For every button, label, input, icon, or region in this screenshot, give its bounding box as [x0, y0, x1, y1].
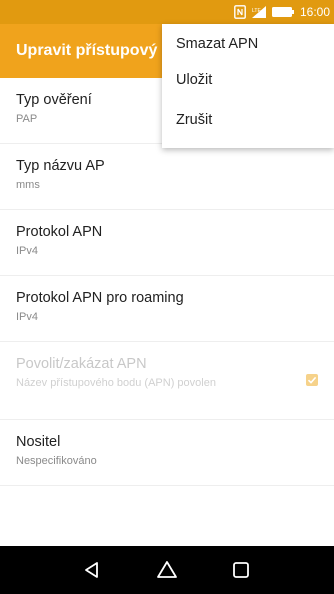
battery-icon [271, 7, 294, 17]
setting-apn-type[interactable]: Typ názvu AP mms [0, 144, 334, 210]
setting-bearer[interactable]: Nositel Nespecifikováno [0, 420, 334, 486]
menu-item-cancel[interactable]: Zrušit [162, 102, 334, 138]
setting-title: Typ ověření [16, 92, 92, 108]
home-icon[interactable] [155, 558, 179, 582]
menu-item-label: Zrušit [176, 112, 213, 128]
status-icons: LTE 16:00 [234, 4, 330, 20]
setting-summary: mms [16, 179, 40, 191]
setting-apn-roaming-protocol[interactable]: Protokol APN pro roaming IPv4 [0, 276, 334, 342]
setting-title: Typ názvu AP [16, 158, 105, 174]
status-bar: LTE 16:00 [0, 0, 334, 24]
menu-item-label: Smazat APN [176, 36, 259, 52]
setting-title: Protokol APN pro roaming [16, 290, 184, 306]
recents-icon[interactable] [229, 558, 253, 582]
setting-apn-protocol[interactable]: Protokol APN IPv4 [0, 210, 334, 276]
svg-text:LTE: LTE [252, 8, 261, 14]
back-icon[interactable] [80, 558, 104, 582]
setting-summary: IPv4 [16, 245, 39, 257]
apn-enabled-checkbox [306, 374, 318, 386]
menu-item-label: Uložit [176, 72, 213, 88]
overflow-menu: Smazat APN Uložit Zrušit [162, 24, 334, 148]
navigation-bar [0, 546, 334, 594]
setting-summary: Název přístupového bodu (APN) povolen [16, 377, 216, 389]
apn-edit-screen: LTE 16:00 Upravit přístupový bod Typ ově… [0, 0, 334, 594]
check-icon [307, 376, 317, 384]
page-title: Upravit přístupový bod [16, 42, 166, 59]
setting-apn-enable: Povolit/zakázat APN Název přístupového b… [0, 342, 334, 420]
menu-item-delete-apn[interactable]: Smazat APN [162, 26, 334, 62]
menu-item-save[interactable]: Uložit [162, 62, 334, 98]
signal-icon: LTE [251, 6, 266, 18]
setting-title: Protokol APN [16, 224, 103, 240]
nfc-icon [234, 5, 246, 19]
setting-title: Nositel [16, 434, 61, 450]
status-time: 16:00 [299, 5, 330, 19]
setting-summary: Nespecifikováno [16, 455, 97, 467]
setting-title: Povolit/zakázat APN [16, 356, 147, 372]
setting-summary: IPv4 [16, 311, 39, 323]
